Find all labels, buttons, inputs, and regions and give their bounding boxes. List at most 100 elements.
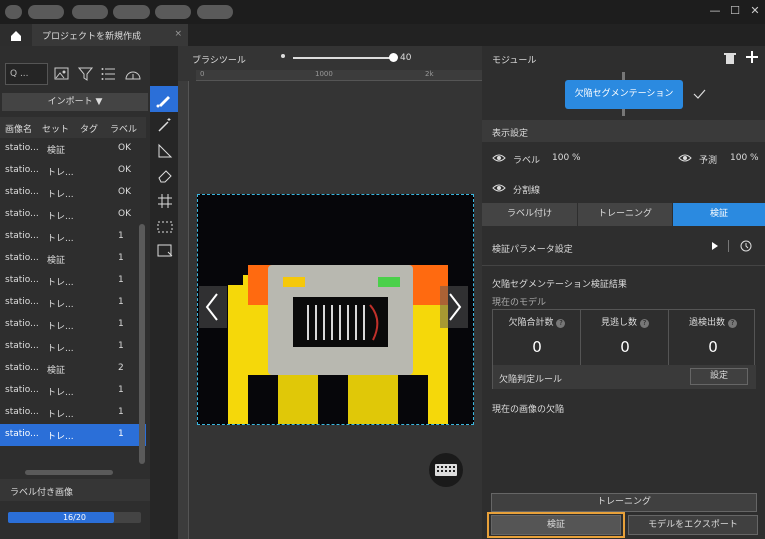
next-image-button[interactable] bbox=[440, 286, 468, 328]
table-cell: statio... bbox=[5, 209, 39, 219]
table-cell: トレ... bbox=[47, 388, 74, 398]
connector-image bbox=[198, 195, 473, 424]
eraser-icon[interactable] bbox=[156, 166, 174, 184]
previous-image-button[interactable] bbox=[199, 286, 227, 328]
keyboard-shortcuts-button[interactable] bbox=[429, 453, 463, 487]
polygon-icon[interactable] bbox=[156, 142, 174, 160]
tab-labeling[interactable]: ラベル付け bbox=[482, 203, 577, 226]
eye-icon[interactable] bbox=[492, 183, 506, 193]
rectangle-select-icon[interactable] bbox=[156, 218, 174, 236]
menu-pill[interactable] bbox=[155, 5, 191, 19]
home-icon bbox=[11, 31, 21, 41]
close-button[interactable]: ✕ bbox=[748, 4, 762, 18]
image-viewport[interactable] bbox=[197, 194, 474, 425]
vertical-ruler bbox=[178, 81, 189, 539]
vertical-scrollbar[interactable] bbox=[139, 224, 145, 464]
display-settings-header: 表示設定 bbox=[482, 120, 765, 142]
slider-handle[interactable] bbox=[389, 53, 398, 62]
table-cell: 2 bbox=[118, 363, 124, 373]
table-row[interactable]: statio... トレ... 1 bbox=[0, 336, 146, 358]
prediction-opacity[interactable]: 100 % bbox=[730, 153, 759, 163]
tab-close-icon[interactable]: × bbox=[174, 29, 182, 39]
brush-tool-button[interactable] bbox=[150, 86, 178, 112]
brush-size-slider[interactable] bbox=[293, 53, 398, 62]
table-cell: トレ... bbox=[47, 190, 74, 200]
help-icon: ? bbox=[639, 319, 649, 328]
canvas-area: ブラシツール 40 0 1000 2k bbox=[178, 46, 482, 539]
small-brush-dot bbox=[281, 54, 285, 58]
horizontal-scrollbar[interactable] bbox=[25, 470, 113, 475]
cloud-icon[interactable] bbox=[124, 66, 142, 82]
train-button[interactable]: トレーニング bbox=[491, 493, 757, 512]
column-header[interactable]: セット bbox=[42, 122, 69, 135]
table-row[interactable]: statio... トレ... OK bbox=[0, 182, 146, 204]
grid-icon[interactable] bbox=[156, 192, 174, 210]
table-cell: statio... bbox=[5, 407, 39, 417]
current-model-label: 現在のモデル bbox=[492, 298, 547, 308]
maximize-button[interactable]: ☐ bbox=[728, 4, 742, 18]
table-row[interactable]: statio... 検証 OK bbox=[0, 138, 146, 160]
history-icon[interactable] bbox=[739, 239, 753, 253]
defect-segmentation-module[interactable]: 欠陥セグメンテーション bbox=[565, 80, 683, 109]
rule-label: 欠陥判定ルール bbox=[499, 375, 563, 385]
table-row[interactable]: statio... トレ... 1 bbox=[0, 314, 146, 336]
export-model-button[interactable]: モデルをエクスポート bbox=[628, 515, 758, 535]
column-header[interactable]: ラベル bbox=[110, 122, 137, 135]
table-row[interactable]: statio... トレ... 1 bbox=[0, 402, 146, 424]
split-line-text: 分割線 bbox=[513, 186, 541, 196]
home-tab[interactable] bbox=[0, 24, 32, 46]
title-bar: — ☐ ✕ bbox=[0, 0, 765, 24]
label-opacity[interactable]: 100 % bbox=[552, 153, 581, 163]
list-icon[interactable] bbox=[101, 66, 117, 82]
stat-label: 過検出数 ? bbox=[669, 315, 757, 328]
ruler-tick: 0 bbox=[200, 70, 205, 78]
table-row[interactable]: statio... トレ... 1 bbox=[0, 270, 146, 292]
minimize-button[interactable]: — bbox=[708, 4, 722, 18]
import-button[interactable]: インポート ▼ bbox=[2, 93, 148, 111]
trash-icon[interactable] bbox=[723, 51, 737, 65]
table-cell: statio... bbox=[5, 297, 39, 307]
table-row[interactable]: statio... 検証 2 bbox=[0, 358, 146, 380]
table-row[interactable]: statio... トレ... OK bbox=[0, 204, 146, 226]
menu-pill[interactable] bbox=[113, 5, 150, 19]
magic-wand-icon[interactable] bbox=[156, 116, 174, 134]
tab-training[interactable]: トレーニング bbox=[578, 203, 672, 226]
stat-label: 見逃し数 ? bbox=[581, 315, 669, 328]
chevron-down-icon: ▼ bbox=[95, 97, 103, 107]
table-row[interactable]: statio... 検証 1 bbox=[0, 248, 146, 270]
table-row[interactable]: statio... トレ... 1 bbox=[0, 292, 146, 314]
help-icon: ? bbox=[727, 319, 737, 328]
search-input[interactable]: Q ... bbox=[5, 63, 48, 85]
table-cell: OK bbox=[118, 143, 131, 153]
table-row[interactable]: statio... トレ... 1 bbox=[0, 226, 146, 248]
brush-tool-label: ブラシツール bbox=[192, 56, 246, 66]
menu-pill[interactable] bbox=[72, 5, 108, 19]
add-icon[interactable] bbox=[745, 50, 759, 64]
project-tab[interactable]: プロジェクトを新規作成 × bbox=[32, 24, 188, 46]
play-icon[interactable] bbox=[710, 241, 720, 251]
column-header[interactable]: タグ bbox=[80, 122, 98, 135]
label-visibility-text: ラベル bbox=[513, 156, 541, 166]
table-row[interactable]: statio... トレ... 1 bbox=[0, 424, 146, 446]
image-filter-icon[interactable] bbox=[54, 66, 70, 82]
table-row[interactable]: statio... トレ... OK bbox=[0, 160, 146, 182]
rule-settings-button[interactable]: 設定 bbox=[690, 368, 748, 385]
table-cell: statio... bbox=[5, 143, 39, 153]
menu-pill[interactable] bbox=[197, 5, 233, 19]
table-cell: 1 bbox=[118, 275, 124, 285]
table-cell: statio... bbox=[5, 363, 39, 373]
table-cell: statio... bbox=[5, 231, 39, 241]
filter-icon[interactable] bbox=[78, 66, 94, 82]
image-tool-icon[interactable] bbox=[156, 242, 174, 260]
help-icon: ? bbox=[556, 319, 566, 328]
eye-icon[interactable] bbox=[492, 153, 506, 163]
column-header[interactable]: 画像名 bbox=[5, 122, 32, 135]
tab-verification[interactable]: 検証 bbox=[673, 203, 765, 226]
labeled-progress-bar: 16/20 bbox=[8, 512, 141, 523]
menu-pill[interactable] bbox=[28, 5, 64, 19]
table-row[interactable]: statio... トレ... 1 bbox=[0, 380, 146, 402]
eye-icon[interactable] bbox=[678, 153, 692, 163]
verify-button[interactable]: 検証 bbox=[491, 515, 621, 535]
table-cell: 1 bbox=[118, 429, 124, 439]
menu-pill[interactable] bbox=[5, 5, 22, 19]
